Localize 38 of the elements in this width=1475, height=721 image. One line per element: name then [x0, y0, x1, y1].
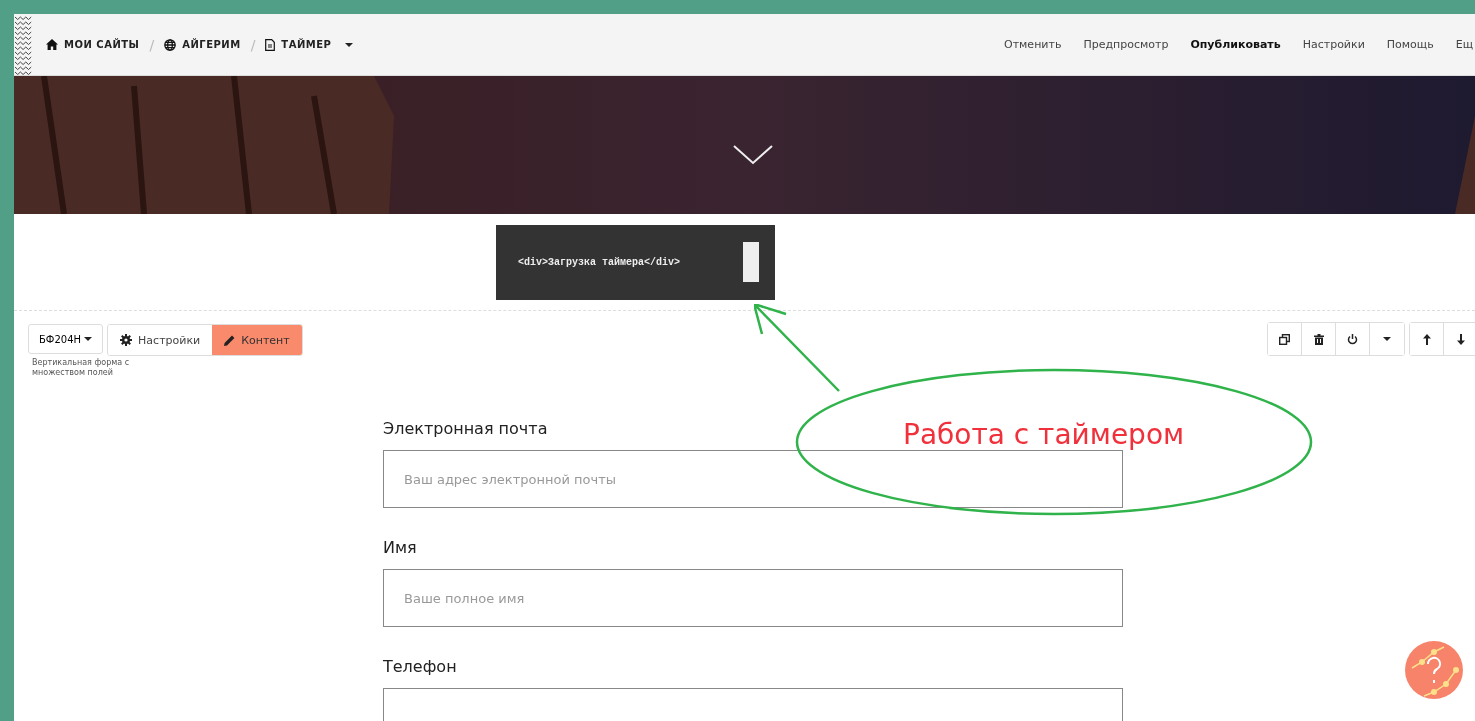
- breadcrumb-link[interactable]: АЙГЕРИМ: [182, 39, 241, 50]
- field-label: Электронная почта: [383, 419, 548, 438]
- caret-icon: [84, 337, 93, 341]
- menu-link[interactable]: Предпросмотр: [1083, 38, 1169, 51]
- breadcrumb-link[interactable]: МОИ САЙТЫ: [64, 39, 140, 50]
- code-text: <div>Загрузка таймера</div>: [518, 256, 681, 268]
- dropdown-caret-icon[interactable]: [345, 42, 354, 47]
- trash-icon: [1313, 333, 1324, 345]
- pencil-icon: [224, 334, 236, 346]
- copy-button[interactable]: [1268, 323, 1302, 355]
- menu-link[interactable]: Ещ: [1455, 38, 1473, 51]
- home-icon: [46, 39, 58, 50]
- input-field[interactable]: Ваше полное имя: [383, 569, 1123, 627]
- field-label: Имя: [383, 538, 417, 557]
- scrollbar[interactable]: [743, 242, 759, 282]
- breadcrumb-link[interactable]: ТАЙМЕР: [281, 39, 332, 50]
- caret-icon: [1383, 337, 1391, 341]
- block-id-dropdown[interactable]: БФ204Н: [28, 324, 104, 354]
- document-icon: [265, 38, 276, 51]
- globe-icon: [164, 38, 177, 51]
- menu-link[interactable]: Помощь: [1386, 38, 1434, 51]
- menu-link[interactable]: Настройки: [1302, 38, 1365, 51]
- up-arrow-button[interactable]: [1410, 323, 1444, 355]
- settings-icon: [120, 334, 133, 346]
- field-label: Телефон: [383, 657, 457, 676]
- up-arrow-icon: [1422, 333, 1431, 345]
- down-arrow-icon: [1457, 333, 1465, 345]
- breadcrumb-separator: /: [250, 36, 256, 53]
- menu-link[interactable]: Опубликовать: [1190, 38, 1281, 51]
- breadcrumb-separator: /: [149, 36, 155, 53]
- tab[interactable]: Контент: [212, 325, 302, 355]
- block-description: Вертикальная форма с множеством полей: [32, 358, 131, 378]
- menu-link[interactable]: Отменить: [1004, 38, 1062, 51]
- power-icon: [1347, 333, 1358, 345]
- input-field[interactable]: Ваш адрес электронной почты: [383, 450, 1123, 508]
- zigzag-pattern-icon: [14, 14, 32, 75]
- copy-icon: [1279, 333, 1290, 345]
- annotation-text: Работа с таймером: [903, 418, 1185, 451]
